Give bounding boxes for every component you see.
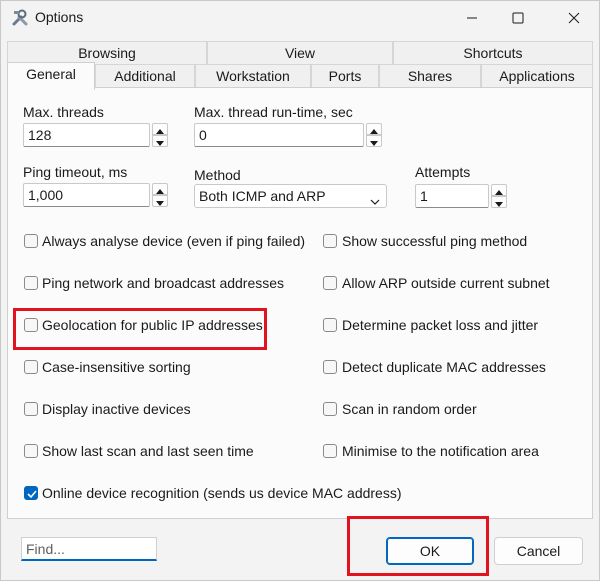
tab-additional[interactable]: Additional: [95, 64, 195, 87]
chevron-down-icon: [370, 192, 380, 210]
case-insensitive-checkbox[interactable]: [24, 360, 38, 374]
packet-loss-label: Determine packet loss and jitter: [342, 317, 539, 333]
tab-workstation[interactable]: Workstation: [195, 64, 311, 87]
spin-down-icon: [156, 133, 164, 149]
show-last-scan-checkbox[interactable]: [24, 444, 38, 458]
max-threads-input[interactable]: 128: [23, 123, 150, 147]
tab-general[interactable]: General: [7, 62, 95, 90]
case-insensitive-label: Case-insensitive sorting: [42, 359, 191, 375]
app-tools-icon: [11, 9, 29, 27]
random-order-checkbox[interactable]: [323, 402, 337, 416]
display-inactive-checkbox[interactable]: [24, 402, 38, 416]
packet-loss-checkbox[interactable]: [323, 318, 337, 332]
duplicate-mac-checkbox[interactable]: [323, 360, 337, 374]
method-selected-value: Both ICMP and ARP: [199, 188, 326, 204]
max-thread-runtime-label: Max. thread run-time, sec: [194, 104, 353, 120]
max-threads-spinner: [152, 123, 168, 147]
tab-shares[interactable]: Shares: [379, 64, 481, 87]
window-title: Options: [35, 9, 84, 25]
attempts-input[interactable]: 1: [415, 184, 489, 208]
ping-timeout-input[interactable]: 1,000: [23, 183, 150, 207]
ping-network-broadcast-label: Ping network and broadcast addresses: [42, 275, 285, 291]
title-bar: Options: [1, 1, 599, 35]
show-ping-method-label: Show successful ping method: [342, 233, 528, 249]
max-thread-runtime-spinner: [366, 123, 382, 147]
always-analyse-checkbox[interactable]: [24, 234, 38, 248]
cancel-button[interactable]: Cancel: [494, 537, 583, 565]
spin-down-icon: [370, 133, 378, 149]
minimise-notification-checkbox[interactable]: [323, 444, 337, 458]
show-last-scan-label: Show last scan and last seen time: [42, 443, 254, 459]
online-recognition-checkbox[interactable]: [24, 486, 38, 500]
random-order-label: Scan in random order: [342, 401, 477, 417]
ping-network-broadcast-checkbox[interactable]: [24, 276, 38, 290]
display-inactive-label: Display inactive devices: [42, 401, 191, 417]
spin-down-button[interactable]: [152, 195, 168, 207]
find-input[interactable]: Find...: [21, 537, 157, 561]
spin-down-button[interactable]: [152, 135, 168, 147]
duplicate-mac-label: Detect duplicate MAC addresses: [342, 359, 546, 375]
tab-shortcuts[interactable]: Shortcuts: [393, 41, 593, 64]
minimise-notification-label: Minimise to the notification area: [342, 443, 539, 459]
maximize-button[interactable]: [495, 1, 541, 35]
max-thread-runtime-input[interactable]: 0: [194, 123, 364, 147]
ping-timeout-label: Ping timeout, ms: [23, 164, 128, 180]
spin-down-button[interactable]: [491, 196, 507, 208]
tab-view[interactable]: View: [207, 41, 393, 64]
minimize-button[interactable]: [449, 1, 495, 35]
ping-timeout-spinner: [152, 183, 168, 207]
method-label: Method: [194, 167, 241, 183]
checkmark-icon: [27, 490, 37, 499]
tab-ports[interactable]: Ports: [311, 64, 379, 87]
max-threads-label: Max. threads: [23, 104, 104, 120]
close-icon: [568, 12, 580, 24]
attempts-spinner: [491, 184, 507, 208]
maximize-icon: [512, 12, 524, 24]
allow-arp-label: Allow ARP outside current subnet: [342, 275, 550, 291]
online-recognition-label: Online device recognition (sends us devi…: [42, 485, 402, 501]
tab-browsing[interactable]: Browsing: [7, 41, 207, 64]
show-ping-method-checkbox[interactable]: [323, 234, 337, 248]
ok-button[interactable]: OK: [386, 537, 474, 565]
spin-down-button[interactable]: [366, 135, 382, 147]
method-select[interactable]: Both ICMP and ARP: [194, 184, 387, 208]
spin-down-icon: [495, 194, 503, 210]
geolocation-highlight: [13, 308, 267, 350]
close-button[interactable]: [551, 1, 597, 35]
minimize-icon: [466, 12, 478, 24]
allow-arp-checkbox[interactable]: [323, 276, 337, 290]
spin-down-icon: [156, 193, 164, 209]
tab-applications[interactable]: Applications: [481, 64, 593, 87]
always-analyse-label: Always analyse device (even if ping fail…: [42, 233, 306, 249]
attempts-label: Attempts: [415, 164, 471, 180]
options-window: Options Browsing View Shortcuts General …: [0, 0, 600, 581]
